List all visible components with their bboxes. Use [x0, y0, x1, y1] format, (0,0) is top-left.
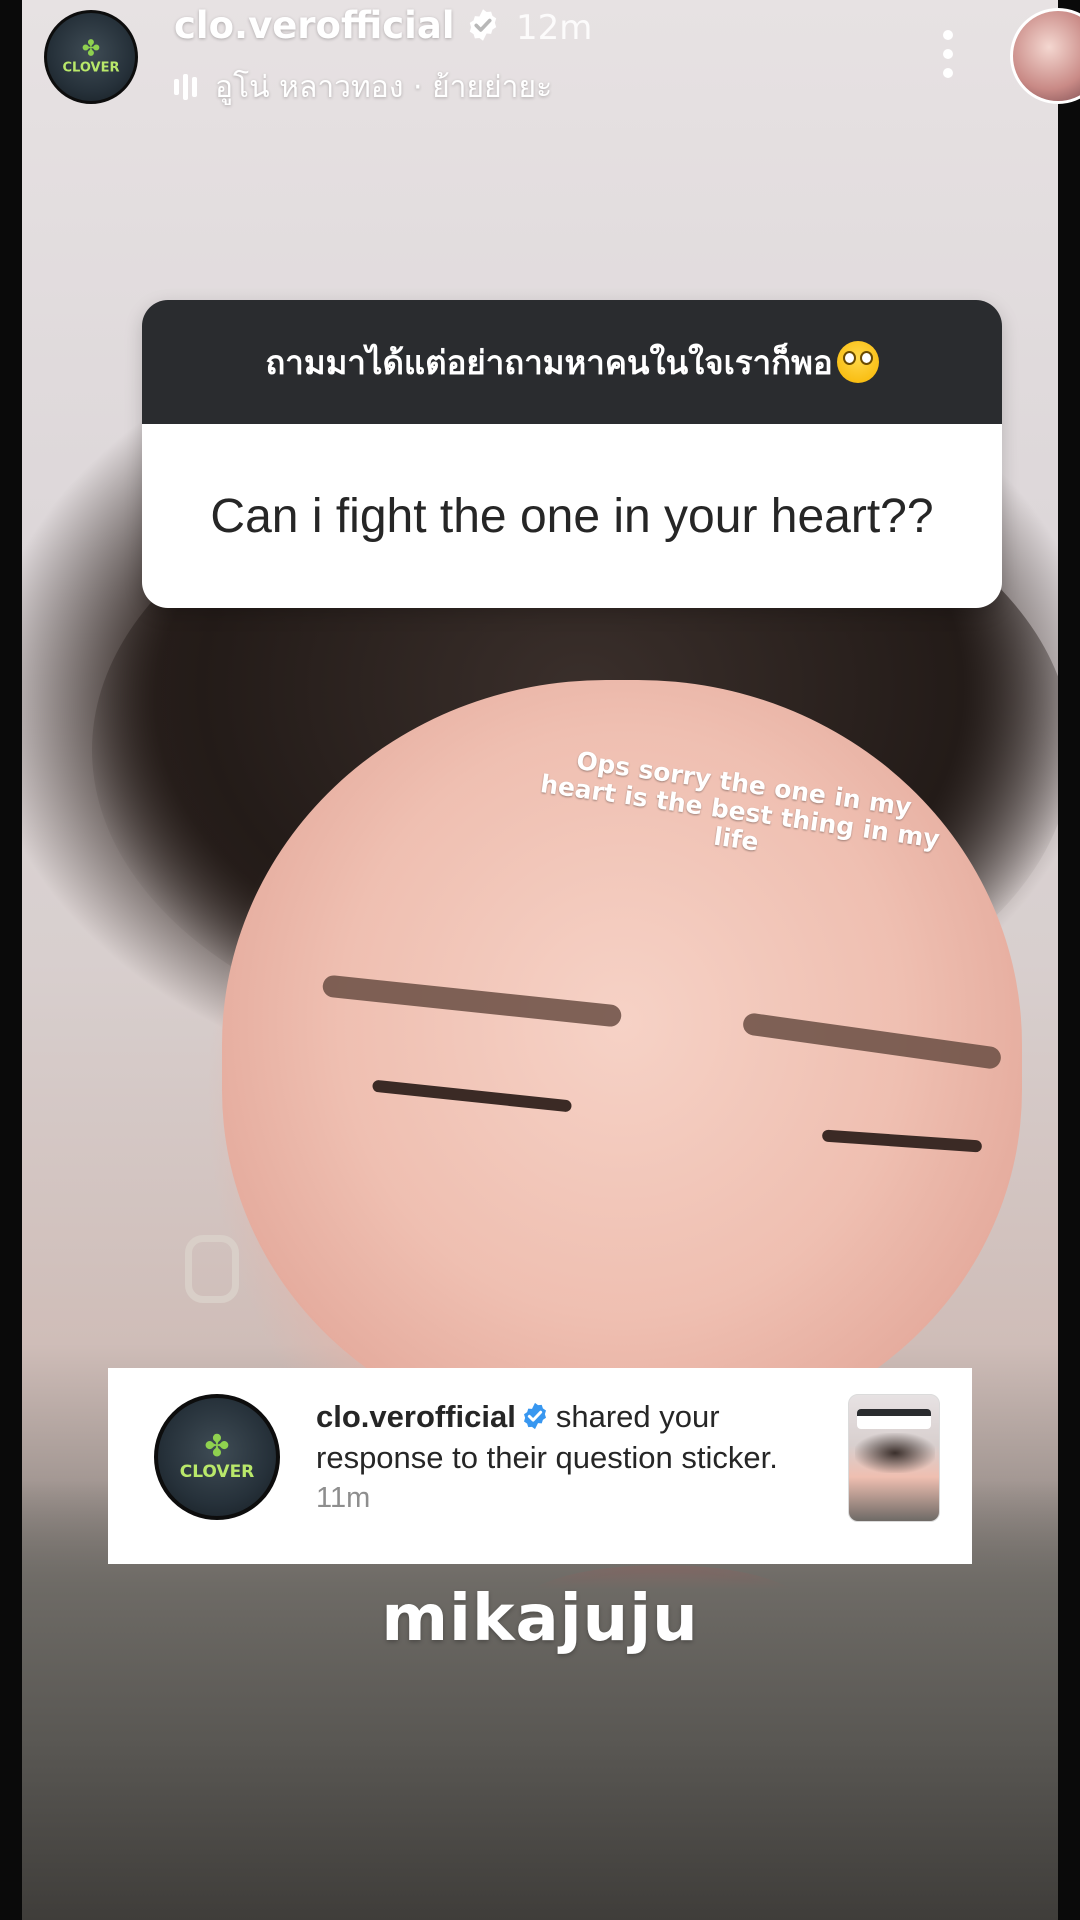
- music-title: อูโน่ หลาวทอง · ย้ายย่ายะ: [215, 70, 553, 105]
- clover-logo-icon: ✤ CLOVER: [62, 36, 120, 76]
- notification-text: clo.verofficial shared your response to …: [316, 1396, 836, 1478]
- share-notification-card[interactable]: ✤ CLOVER clo.verofficial shared your res…: [108, 1368, 972, 1564]
- story-author-username[interactable]: clo.verofficial: [174, 4, 501, 47]
- thumbnail-sticker: [857, 1409, 931, 1429]
- question-prompt-text: ถามมาได้แต่อย่าถามหาคนในใจเราก็พอ: [265, 342, 833, 382]
- verified-badge-icon: [523, 1402, 546, 1429]
- story-author-avatar[interactable]: ✤ CLOVER: [44, 10, 138, 104]
- story-viewer[interactable]: ✤ CLOVER clo.verofficial 12m อูโน่ หลาวท…: [0, 0, 1080, 1920]
- username-text[interactable]: clo.verofficial: [174, 4, 455, 47]
- verified-badge-icon: [469, 8, 496, 41]
- music-bars-icon: [174, 68, 201, 103]
- question-prompt: ถามมาได้แต่อย่าถามหาคนในใจเราก็พอ: [142, 300, 1002, 424]
- notification-time: 11m: [316, 1482, 371, 1514]
- flushed-face-emoji-icon: [836, 341, 879, 383]
- story-music[interactable]: อูโน่ หลาวทอง · ย้ายย่ายะ: [174, 64, 552, 111]
- notification-username[interactable]: clo.verofficial: [316, 1399, 516, 1434]
- watermark-text: mikajuju: [381, 1582, 699, 1656]
- more-options-icon[interactable]: [930, 26, 966, 82]
- notification-story-thumbnail[interactable]: [848, 1394, 940, 1522]
- story-timestamp: 12m: [516, 8, 593, 48]
- notification-avatar[interactable]: ✤ CLOVER: [154, 1394, 280, 1520]
- clover-logo-icon: ✤ CLOVER: [179, 1429, 255, 1483]
- thumbnail-photo: [855, 1433, 935, 1473]
- question-response: Can i fight the one in your heart??: [142, 424, 1002, 608]
- question-sticker[interactable]: ถามมาได้แต่อย่าถามหาคนในใจเราก็พอ Can i …: [142, 300, 1002, 608]
- photo-earring: [185, 1235, 239, 1303]
